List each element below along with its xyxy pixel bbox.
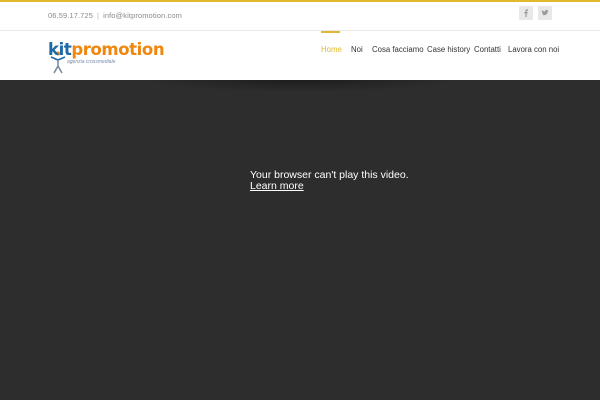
header-shadow	[140, 80, 460, 92]
nav-item-contatti[interactable]: Contatti	[474, 45, 501, 54]
email-link[interactable]: info@kitpromotion.com	[103, 11, 182, 20]
twitter-icon	[541, 9, 549, 16]
facebook-icon	[524, 9, 528, 17]
nav-item-noi[interactable]: Noi	[351, 45, 363, 54]
nav-item-case-history[interactable]: Case history	[427, 45, 470, 54]
learn-more-link[interactable]: Learn more	[250, 181, 304, 192]
nav-item-cosa-facciamo[interactable]: Cosa facciamo	[372, 45, 424, 54]
nav-item-home[interactable]: Home	[321, 45, 342, 54]
main-navigation: Home Noi Cosa facciamo Case history Cont…	[0, 31, 600, 80]
top-bar: 06.59.17.725 | info@kitpromotion.com	[0, 2, 600, 31]
facebook-button[interactable]	[519, 6, 533, 20]
nav-active-indicator	[321, 31, 340, 33]
nav-item-lavora-con-noi[interactable]: Lavora con noi	[508, 45, 559, 54]
contact-info: 06.59.17.725 | info@kitpromotion.com	[48, 11, 182, 20]
contact-separator: |	[97, 11, 100, 20]
video-player[interactable]	[0, 80, 600, 400]
twitter-button[interactable]	[538, 6, 552, 20]
main-header: kitpromotion agenzia crossmediale Home N…	[0, 31, 600, 80]
phone-number[interactable]: 06.59.17.725	[48, 11, 93, 20]
